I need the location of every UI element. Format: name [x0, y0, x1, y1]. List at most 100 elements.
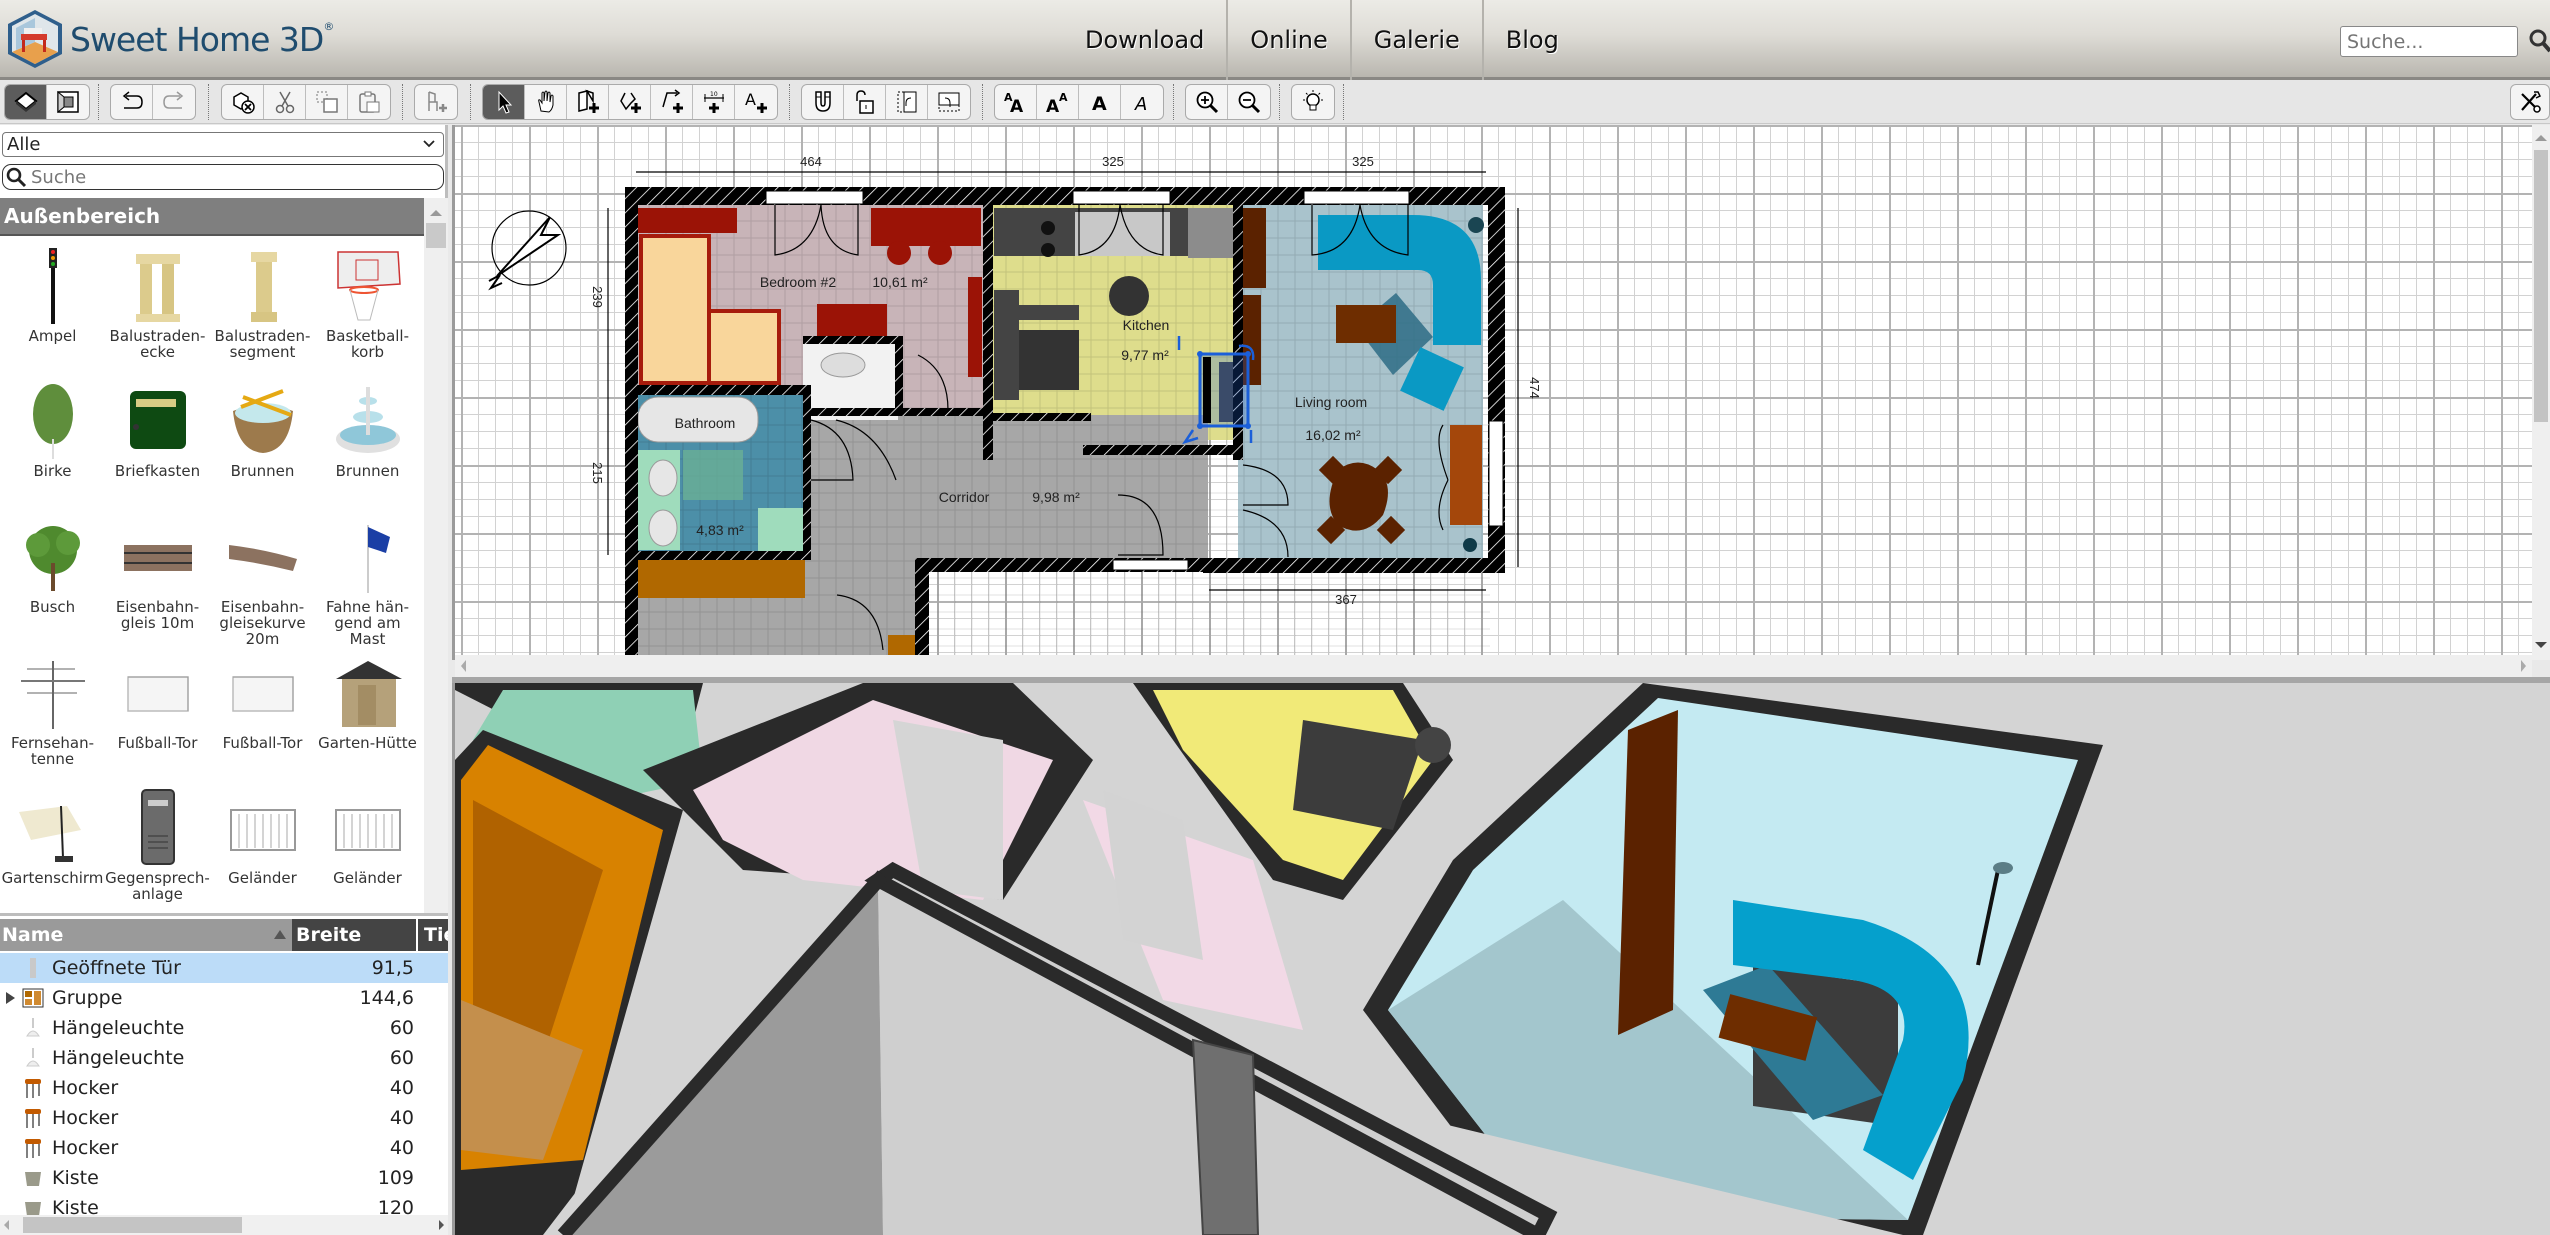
copy-button[interactable]: [306, 85, 348, 119]
kitchen-table-round[interactable]: [1109, 276, 1149, 316]
catalog-item[interactable]: Eisenbahn- gleis 10m: [105, 509, 210, 644]
zoom-out-button[interactable]: [1228, 85, 1270, 119]
scroll-down-arrow[interactable]: [2535, 642, 2547, 648]
paste-button[interactable]: [348, 85, 390, 119]
furniture-row[interactable]: Hocker 40: [0, 1073, 448, 1103]
plan-horizontal-scrollbar[interactable]: [455, 655, 2532, 677]
create-photo-button[interactable]: [1292, 85, 1334, 119]
window[interactable]: [1072, 190, 1171, 205]
bold-text-button[interactable]: A: [1079, 85, 1121, 119]
catalog-item[interactable]: Briefkasten: [105, 373, 210, 508]
scrollbar-thumb[interactable]: [23, 1217, 242, 1233]
3d-front-door[interactable]: [1191, 1038, 1260, 1235]
catalog-item[interactable]: Fahne hän- gend am Mast: [315, 509, 420, 647]
lock-base-plan-button[interactable]: [844, 85, 886, 119]
catalog-item[interactable]: Gartenschirm: [0, 780, 105, 915]
coffee-table[interactable]: [1336, 305, 1396, 343]
nav-online[interactable]: Online: [1228, 0, 1352, 80]
column-header-name[interactable]: Name: [0, 919, 292, 951]
column-header-depth[interactable]: Tie: [416, 919, 448, 951]
undo-button[interactable]: [111, 85, 153, 119]
create-rooms-button[interactable]: [609, 85, 651, 119]
catalog-scrollbar[interactable]: [424, 198, 448, 1028]
furniture-list-hscrollbar[interactable]: [0, 1215, 448, 1235]
create-walls-button[interactable]: [567, 85, 609, 119]
cut-button[interactable]: [264, 85, 306, 119]
nav-galerie[interactable]: Galerie: [1352, 0, 1484, 80]
column-header-width[interactable]: Breite: [292, 919, 416, 951]
furniture-row[interactable]: Kiste 109: [0, 1163, 448, 1193]
svg-text:10: 10: [710, 91, 718, 98]
catalog-item[interactable]: Brunnen: [315, 373, 420, 508]
furniture-row[interactable]: Hängeleuchte 60: [0, 1043, 448, 1073]
expand-arrow-icon[interactable]: [0, 983, 20, 1013]
magnetism-toggle[interactable]: [802, 85, 844, 119]
category-select[interactable]: Alle: [2, 132, 444, 157]
search-icon[interactable]: [2528, 28, 2550, 54]
scroll-up-arrow[interactable]: [430, 210, 442, 216]
window[interactable]: [765, 190, 864, 205]
scroll-left-arrow[interactable]: [4, 1220, 9, 1230]
catalog-item-label: Gegensprech- anlage: [105, 869, 210, 903]
compass-icon[interactable]: [488, 210, 567, 291]
catalog-item[interactable]: Fußball-Tor: [105, 645, 210, 780]
site-search-input[interactable]: [2340, 26, 2518, 57]
catalog-category-header[interactable]: Außenbereich: [0, 198, 426, 236]
scroll-right-arrow[interactable]: [2521, 660, 2526, 672]
delete-button[interactable]: [222, 85, 264, 119]
window[interactable]: [1112, 559, 1189, 571]
3d-view[interactable]: [452, 683, 2550, 1235]
floor-plan-view[interactable]: 464 325 325 239 215 474 367 Bedroom #2 1…: [452, 125, 2550, 660]
catalog-item[interactable]: Busch: [0, 509, 105, 644]
logo[interactable]: Sweet Home 3D®: [6, 8, 334, 70]
create-dimensions-button[interactable]: 10: [693, 85, 735, 119]
catalog-search-field[interactable]: Suche: [2, 164, 444, 190]
catalog-item[interactable]: Basketball- korb: [315, 238, 420, 373]
scroll-left-arrow[interactable]: [461, 660, 466, 672]
redo-button[interactable]: [153, 85, 195, 119]
bedroom-desk[interactable]: [871, 208, 981, 246]
add-text-button[interactable]: A: [735, 85, 777, 119]
catalog-item[interactable]: Balustraden- ecke: [105, 238, 210, 373]
catalog-item[interactable]: Fernsehan- tenne: [0, 645, 105, 780]
add-furniture-button[interactable]: [415, 85, 457, 119]
scroll-right-arrow[interactable]: [439, 1220, 444, 1230]
bedroom-wardrobe[interactable]: [637, 208, 737, 233]
catalog-item[interactable]: Birke: [0, 373, 105, 508]
furniture-row[interactable]: Hängeleuchte 60: [0, 1013, 448, 1043]
catalog-item[interactable]: Fußball-Tor: [210, 645, 315, 780]
flip-vertical-button[interactable]: [928, 85, 970, 119]
scrollbar-thumb[interactable]: [2534, 150, 2548, 422]
scrollbar-thumb[interactable]: [426, 223, 446, 248]
pan-mode-button[interactable]: [525, 85, 567, 119]
window[interactable]: [1303, 190, 1410, 205]
flip-horizontal-button[interactable]: [886, 85, 928, 119]
decrease-text-size-button[interactable]: AA: [1037, 85, 1079, 119]
catalog-item[interactable]: Brunnen: [210, 373, 315, 508]
zoom-in-button[interactable]: [1186, 85, 1228, 119]
scroll-up-arrow[interactable]: [2535, 135, 2547, 141]
italic-text-button[interactable]: A: [1121, 85, 1163, 119]
catalog-item[interactable]: Eisenbahn- gleisekurve 20m: [210, 509, 315, 647]
catalog-item[interactable]: Geländer: [210, 780, 315, 915]
plan-view-button[interactable]: [5, 85, 47, 119]
window[interactable]: [1488, 420, 1504, 527]
catalog-item[interactable]: Ampel: [0, 238, 105, 373]
preferences-button[interactable]: [2511, 85, 2549, 119]
catalog-item[interactable]: Garten-Hütte: [315, 645, 420, 780]
catalog-item[interactable]: Geländer: [315, 780, 420, 915]
create-polylines-button[interactable]: [651, 85, 693, 119]
increase-text-size-button[interactable]: AA: [995, 85, 1037, 119]
furniture-row[interactable]: Hocker 40: [0, 1103, 448, 1133]
catalog-item[interactable]: Gegensprech- anlage: [105, 780, 210, 915]
nav-blog[interactable]: Blog: [1484, 0, 1581, 80]
room-name-kitchen: Kitchen: [1123, 317, 1170, 333]
furniture-row[interactable]: Geöffnete Tür 91,5: [0, 953, 448, 983]
furniture-row[interactable]: Hocker 40: [0, 1133, 448, 1163]
select-mode-button[interactable]: [483, 85, 525, 119]
furniture-row[interactable]: Gruppe 144,6: [0, 983, 448, 1013]
3d-view-button[interactable]: [47, 85, 89, 119]
nav-download[interactable]: Download: [1085, 0, 1229, 80]
plan-vertical-scrollbar[interactable]: [2532, 125, 2550, 660]
catalog-item[interactable]: Balustraden- segment: [210, 238, 315, 373]
